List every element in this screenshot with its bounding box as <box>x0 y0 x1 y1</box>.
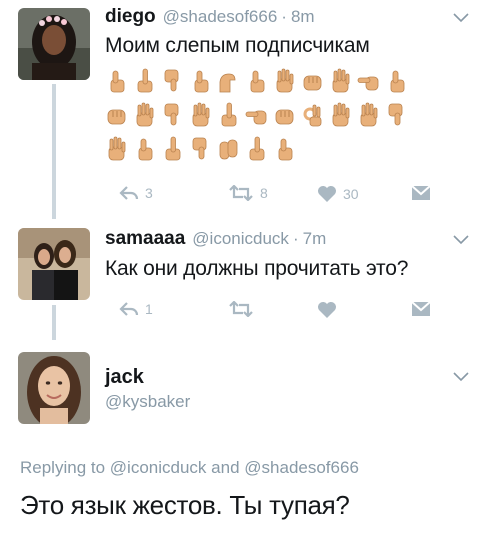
display-name[interactable]: diego <box>105 6 156 28</box>
chevron-down-icon[interactable] <box>453 13 469 23</box>
reply-icon <box>119 185 139 201</box>
thumbs-down-icon <box>161 68 184 94</box>
replying-to-label: Replying to <box>20 458 106 477</box>
raised-hand-icon <box>105 136 128 162</box>
separator: · <box>281 7 287 26</box>
reply-button[interactable]: 3 <box>119 185 153 201</box>
envelope-icon <box>411 185 431 201</box>
user-handle[interactable]: @kysbaker <box>105 392 190 412</box>
thumbs-down-icon <box>189 136 212 162</box>
thumbs-up-icon <box>245 68 268 94</box>
pointing-left-icon <box>357 68 380 94</box>
fist-icon <box>273 102 296 128</box>
thumbs-up-icon <box>105 68 128 94</box>
timestamp[interactable]: 7m <box>303 229 327 249</box>
reply-icon <box>119 301 139 317</box>
tweet-header: samaaaa @iconicduck · 7m <box>105 228 326 250</box>
user-handle[interactable]: @shadesof666 <box>163 7 278 27</box>
direct-message-button[interactable] <box>411 301 431 317</box>
tweet-samaaaa[interactable]: samaaaa @iconicduck · 7m Как они должны … <box>0 215 480 340</box>
thumbs-up-icon <box>189 68 212 94</box>
reply-count: 3 <box>145 185 153 201</box>
like-count: 30 <box>343 186 359 202</box>
user-handle[interactable]: @iconicduck <box>192 229 289 249</box>
replying-to: Replying to @iconicduck and @shadesof666 <box>20 458 359 478</box>
avatar[interactable] <box>18 228 90 300</box>
emoji-row <box>105 136 296 162</box>
thumbs-down-icon <box>385 102 408 128</box>
avatar[interactable] <box>18 8 90 80</box>
like-button[interactable] <box>317 301 337 319</box>
chevron-down-icon[interactable] <box>453 235 469 245</box>
thumbs-up-icon <box>133 136 156 162</box>
reply-button[interactable]: 1 <box>119 301 153 317</box>
raised-hand-icon <box>133 102 156 128</box>
timestamp[interactable]: 8m <box>291 7 315 27</box>
tweet-diego[interactable]: diego @shadesof666 · 8m Моим слепым подп… <box>0 0 480 219</box>
reply-mention-link[interactable]: @shadesof666 <box>244 458 359 477</box>
tweet-text: Как они должны прочитать это? <box>105 257 409 280</box>
raised-hand-icon <box>329 102 352 128</box>
thumbs-up-icon <box>273 136 296 162</box>
chevron-down-icon[interactable] <box>453 372 469 382</box>
fist-icon <box>301 68 324 94</box>
heart-icon <box>317 301 337 319</box>
tweet-text: Моим слепым подписчикам <box>105 34 370 57</box>
envelope-icon <box>411 301 431 317</box>
retweet-count: 8 <box>260 185 268 201</box>
middle-finger-icon <box>161 136 184 162</box>
like-button[interactable]: 30 <box>317 185 359 203</box>
middle-finger-icon <box>133 68 156 94</box>
thread-line <box>52 305 56 340</box>
tweet-jack[interactable]: jack @kysbaker Replying to @iconicduck a… <box>0 340 480 540</box>
reply-mention-link[interactable]: @iconicduck <box>110 458 207 477</box>
thread-line <box>52 84 56 219</box>
fist-icon <box>105 102 128 128</box>
raised-hand-icon <box>273 68 296 94</box>
retweet-icon <box>228 301 254 317</box>
tweet-header: diego @shadesof666 · 8m <box>105 6 315 28</box>
direct-message-button[interactable] <box>411 185 431 201</box>
emoji-row <box>105 68 408 94</box>
pointing-left-icon <box>245 102 268 128</box>
tweet-text: Это язык жестов. Ты тупая? <box>20 490 350 520</box>
raised-hand-icon <box>357 102 380 128</box>
retweet-icon <box>228 185 254 201</box>
middle-finger-icon <box>217 102 240 128</box>
retweet-button[interactable] <box>228 301 254 317</box>
clapping-hands-icon <box>217 136 240 162</box>
ok-hand-icon <box>301 102 324 128</box>
emoji-row <box>105 102 408 128</box>
raised-hand-icon <box>329 68 352 94</box>
replying-and-label: and <box>211 458 240 477</box>
reply-count: 1 <box>145 301 153 317</box>
thumbs-down-icon <box>161 102 184 128</box>
flexed-biceps-icon <box>217 68 240 94</box>
heart-icon <box>317 185 337 203</box>
separator: · <box>292 229 299 248</box>
avatar[interactable] <box>18 352 90 424</box>
retweet-button[interactable]: 8 <box>228 185 268 201</box>
middle-finger-icon <box>245 136 268 162</box>
display-name[interactable]: jack <box>105 366 144 389</box>
display-name[interactable]: samaaaa <box>105 228 185 250</box>
raised-hand-icon <box>189 102 212 128</box>
thumbs-up-icon <box>385 68 408 94</box>
